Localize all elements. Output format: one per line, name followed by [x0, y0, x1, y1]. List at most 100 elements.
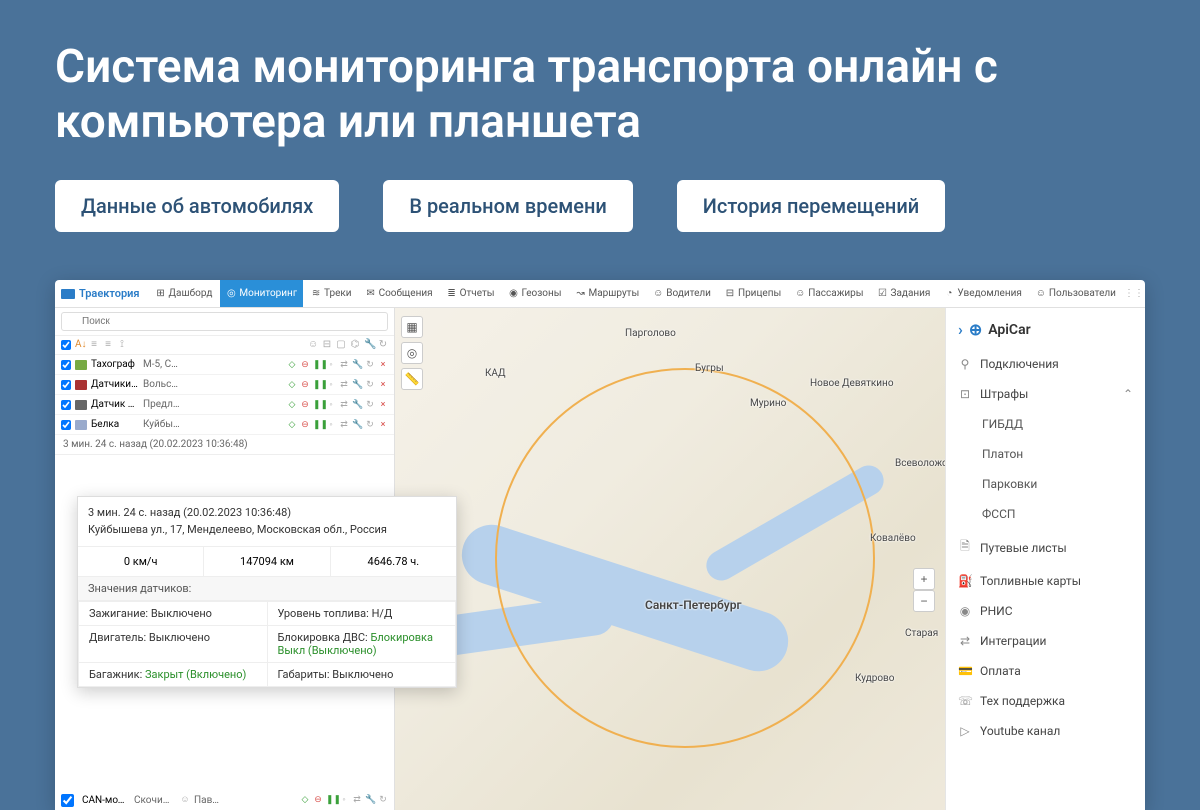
- pause-icon[interactable]: ❚❚: [313, 380, 323, 390]
- stop-icon[interactable]: ⊖: [300, 380, 310, 390]
- nav-reports[interactable]: ≣Отчеты: [441, 280, 501, 307]
- col-icon-2[interactable]: ⊟: [322, 340, 332, 350]
- col-icon-3[interactable]: ▢: [336, 340, 346, 350]
- col-icon-5[interactable]: 🔧: [364, 340, 374, 350]
- vehicle-row[interactable]: Тахограф М-5, С… ◇ ⊖ ❚❚ ◦ ⇄ 🔧 ↻ ×: [55, 355, 394, 375]
- pause-icon[interactable]: ❚❚: [326, 795, 336, 805]
- rpanel-fuelcards[interactable]: ⛽Топливные карты: [946, 566, 1145, 596]
- wrench-icon[interactable]: 🔧: [352, 380, 362, 390]
- vehicle-location: Вольс…: [143, 379, 185, 390]
- wrench-icon[interactable]: 🔧: [365, 795, 375, 805]
- refresh-icon[interactable]: ↻: [365, 360, 375, 370]
- delete-icon[interactable]: ×: [378, 420, 388, 430]
- stop-icon[interactable]: ⊖: [313, 795, 323, 805]
- rpanel-gibdd[interactable]: ГИБДД: [946, 409, 1145, 439]
- diamond-icon[interactable]: ◇: [287, 400, 297, 410]
- rpanel-support[interactable]: ☏Тех поддержка: [946, 686, 1145, 716]
- integrations-icon: ⇄: [958, 634, 972, 648]
- passengers-icon: ☺: [795, 289, 805, 299]
- nav-users[interactable]: ☺Пользователи: [1030, 280, 1122, 307]
- rpanel-waybills[interactable]: 🗎Путевые листы: [946, 529, 1145, 566]
- nav-tracks[interactable]: ≋Треки: [305, 280, 358, 307]
- chevron-right-icon[interactable]: ›: [958, 320, 963, 339]
- nav-geozones[interactable]: ◉Геозоны: [503, 280, 568, 307]
- rpanel-integrations[interactable]: ⇄Интеграции: [946, 626, 1145, 656]
- rpanel-connections[interactable]: ⚲Подключения: [946, 349, 1145, 379]
- pin-icon[interactable]: ⟟: [117, 340, 127, 350]
- col-icon-4[interactable]: ⌬: [350, 340, 360, 350]
- vehicle-check[interactable]: [61, 380, 71, 390]
- diamond-icon[interactable]: ◇: [287, 360, 297, 370]
- waybills-icon: 🗎: [958, 537, 972, 558]
- fines-icon: ⊡: [958, 387, 972, 401]
- vehicle-row[interactable]: CAN-мод… Скочи… ☺ Пав… ◇ ⊖ ❚❚ ◦ ⇄ 🔧 ↻: [55, 790, 394, 810]
- vehicle-check[interactable]: [61, 400, 71, 410]
- hero-title: Система мониторинга транспорта онлайн с …: [55, 40, 1145, 150]
- nav-messages[interactable]: ✉Сообщения: [360, 280, 439, 307]
- sensor-dims-label: Габариты:: [278, 668, 330, 681]
- pause-icon[interactable]: ❚❚: [313, 420, 323, 430]
- map-layers-button[interactable]: ▦: [401, 316, 423, 338]
- vehicle-row[interactable]: Белка Куйбы… ◇ ⊖ ❚❚ ◦ ⇄ 🔧 ↻ ×: [55, 415, 394, 435]
- map-target-button[interactable]: ◎: [401, 342, 423, 364]
- vehicle-check[interactable]: [61, 360, 71, 370]
- map-ruler-button[interactable]: 📏: [401, 368, 423, 390]
- app-logo[interactable]: Траектория: [61, 287, 140, 300]
- messages-icon: ✉: [366, 289, 376, 299]
- stop-icon[interactable]: ⊖: [300, 360, 310, 370]
- apps-icon[interactable]: ⋮⋮⋮: [1124, 288, 1145, 299]
- zoom-out-button[interactable]: −: [913, 590, 935, 612]
- diamond-icon[interactable]: ◇: [300, 795, 310, 805]
- nav-dashboard[interactable]: ⊞Дашборд: [150, 280, 219, 307]
- refresh-icon[interactable]: ↻: [365, 380, 375, 390]
- delete-icon[interactable]: ×: [378, 400, 388, 410]
- nav-routes[interactable]: ↝Маршруты: [570, 280, 646, 307]
- nav-notifications[interactable]: ◔Уведомления: [938, 280, 1027, 307]
- nav-trailers[interactable]: ⊟Прицепы: [719, 280, 787, 307]
- rpanel-youtube[interactable]: ▷Youtube канал: [946, 716, 1145, 746]
- rpanel-fssp[interactable]: ФССП: [946, 499, 1145, 529]
- youtube-icon: ▷: [958, 724, 972, 738]
- nav-tasks[interactable]: ☑Задания: [872, 280, 937, 307]
- rpanel-payment[interactable]: 💳Оплата: [946, 656, 1145, 686]
- rpanel-platon[interactable]: Платон: [946, 439, 1145, 469]
- geozones-icon: ◉: [509, 289, 519, 299]
- rpanel-rnis[interactable]: ◉РНИС: [946, 596, 1145, 626]
- vehicle-row[interactable]: Датчики … Вольс… ◇ ⊖ ❚❚ ◦ ⇄ 🔧 ↻ ×: [55, 375, 394, 395]
- nav-monitoring[interactable]: ◎Мониторинг: [220, 280, 303, 307]
- filter-icon-1[interactable]: ≡: [89, 340, 99, 350]
- diamond-icon[interactable]: ◇: [287, 380, 297, 390]
- vehicle-driver: Пав…: [194, 795, 236, 806]
- refresh-icon[interactable]: ↻: [365, 420, 375, 430]
- brand-name: Траектория: [79, 287, 140, 300]
- col-icon-1[interactable]: ☺: [308, 340, 318, 350]
- refresh-icon[interactable]: ↻: [378, 795, 388, 805]
- vehicle-check[interactable]: [61, 420, 71, 430]
- support-icon: ☏: [958, 694, 972, 708]
- pause-icon[interactable]: ❚❚: [313, 400, 323, 410]
- nav-drivers[interactable]: ☺Водители: [647, 280, 717, 307]
- sort-icon[interactable]: A↓: [75, 340, 85, 350]
- filter-icon-2[interactable]: ≡: [103, 340, 113, 350]
- stop-icon[interactable]: ⊖: [300, 400, 310, 410]
- delete-icon[interactable]: ×: [378, 360, 388, 370]
- rpanel-parking[interactable]: Парковки: [946, 469, 1145, 499]
- refresh-icon[interactable]: ↻: [365, 400, 375, 410]
- col-icon-6[interactable]: ↻: [378, 340, 388, 350]
- nav-passengers[interactable]: ☺Пассажиры: [789, 280, 869, 307]
- map-canvas[interactable]: Санкт-Петербург Парголово Бугры Мурино Н…: [395, 308, 1145, 810]
- delete-icon[interactable]: ×: [378, 380, 388, 390]
- diamond-icon[interactable]: ◇: [287, 420, 297, 430]
- rpanel-fines[interactable]: ⊡Штрафы⌃: [946, 379, 1145, 409]
- wrench-icon[interactable]: 🔧: [352, 360, 362, 370]
- stop-icon[interactable]: ⊖: [300, 420, 310, 430]
- sensor-ignition-label: Зажигание:: [89, 607, 148, 620]
- vehicle-check[interactable]: [61, 794, 74, 807]
- wrench-icon[interactable]: 🔧: [352, 400, 362, 410]
- zoom-in-button[interactable]: +: [913, 568, 935, 590]
- filter-check-all[interactable]: [61, 340, 71, 350]
- search-input[interactable]: [61, 312, 388, 331]
- pause-icon[interactable]: ❚❚: [313, 360, 323, 370]
- vehicle-row[interactable]: Датчик т… Предл… ◇ ⊖ ❚❚ ◦ ⇄ 🔧 ↻ ×: [55, 395, 394, 415]
- wrench-icon[interactable]: 🔧: [352, 420, 362, 430]
